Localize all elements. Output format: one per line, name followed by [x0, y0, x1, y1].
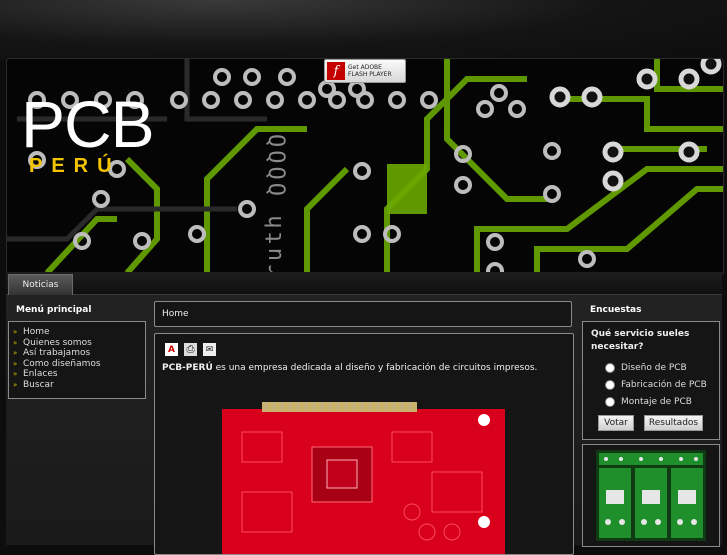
- poll-option-label: Montaje de PCB: [621, 397, 692, 407]
- menu-item-label: Buscar: [23, 379, 54, 390]
- pcb-thumbnail-box: [582, 444, 720, 547]
- menu-item-label: Como diseñamos: [23, 358, 101, 369]
- article: A ⎙ ✉ PCB-PERÚ es una empresa dedicada a…: [154, 333, 574, 555]
- page-top-glow: [0, 0, 727, 60]
- double-arrow-icon: »: [13, 359, 18, 368]
- menu-item-quienes-somos[interactable]: » Quienes somos: [9, 338, 145, 349]
- menu-item-label: Quienes somos: [23, 337, 92, 348]
- menu-item-buscar[interactable]: » Buscar: [9, 380, 145, 391]
- print-icon[interactable]: ⎙: [184, 343, 197, 356]
- tab-noticias[interactable]: Noticias: [8, 274, 73, 295]
- red-pcb-image: [222, 402, 505, 554]
- article-toolbar: A ⎙ ✉: [165, 343, 216, 356]
- header-banner: QQQQ ɥʇnɹ PCB PERÚ f Get ADOBE FLASH PLA…: [6, 58, 724, 274]
- menu-item-home[interactable]: » Home: [9, 327, 145, 338]
- flash-badge-line1: Get ADOBE: [348, 64, 382, 71]
- menu-item-enlaces[interactable]: » Enlaces: [9, 369, 145, 380]
- results-button[interactable]: Resultados: [644, 415, 703, 431]
- double-arrow-icon: »: [13, 338, 18, 347]
- poll-question: Qué servicio sueles necesitar?: [591, 329, 690, 352]
- article-body: es una empresa dedicada al diseño y fabr…: [212, 363, 538, 373]
- article-intro: PCB-PERÚ es una empresa dedicada al dise…: [162, 363, 537, 373]
- vote-button[interactable]: Votar: [598, 415, 634, 431]
- double-arrow-icon: »: [13, 349, 18, 358]
- get-flash-player-badge[interactable]: f Get ADOBE FLASH PLAYER: [324, 59, 406, 83]
- poll-option-fabricacion[interactable]: Fabricación de PCB: [605, 380, 707, 390]
- double-arrow-icon: »: [13, 380, 18, 389]
- polls-title: Encuestas: [590, 305, 642, 315]
- green-pcb-thumbnail[interactable]: [596, 450, 706, 541]
- pdf-icon[interactable]: A: [165, 343, 178, 356]
- poll-box: Qué servicio sueles necesitar? Diseño de…: [582, 321, 720, 440]
- flash-icon: f: [327, 62, 345, 80]
- poll-option-label: Diseño de PCB: [621, 363, 687, 373]
- poll-option-label: Fabricación de PCB: [621, 380, 707, 390]
- email-icon[interactable]: ✉: [203, 343, 216, 356]
- article-brand: PCB-PERÚ: [162, 363, 213, 373]
- flash-badge-line2: FLASH PLAYER: [348, 71, 392, 78]
- logo-peru: PERÚ: [29, 155, 121, 177]
- radio-button[interactable]: [605, 397, 615, 407]
- menu-title: Menú principal: [16, 305, 92, 315]
- radio-button[interactable]: [605, 363, 615, 373]
- menu-item-label: Enlaces: [23, 369, 58, 380]
- radio-button[interactable]: [605, 380, 615, 390]
- menu-item-label: Así trabajamos: [23, 348, 91, 359]
- poll-option-montaje[interactable]: Montaje de PCB: [605, 397, 692, 407]
- svg-text:QQQQ ɥʇnɹ: QQQQ ɥʇnɹ: [263, 134, 288, 273]
- main-menu: » Home » Quienes somos » Así trabajamos » Co…: [8, 321, 146, 399]
- logo-pcb: PCB: [21, 87, 155, 161]
- menu-item-label: Home: [23, 327, 50, 338]
- double-arrow-icon: »: [13, 370, 18, 379]
- main-navbar: Noticias: [6, 272, 722, 295]
- breadcrumb-home[interactable]: Home: [162, 309, 189, 319]
- menu-item-como-disenamos[interactable]: » Como diseñamos: [9, 359, 145, 370]
- breadcrumb: Home: [154, 301, 572, 327]
- double-arrow-icon: »: [13, 328, 18, 337]
- menu-item-asi-trabajamos[interactable]: » Así trabajamos: [9, 348, 145, 359]
- poll-option-diseno[interactable]: Diseño de PCB: [605, 363, 687, 373]
